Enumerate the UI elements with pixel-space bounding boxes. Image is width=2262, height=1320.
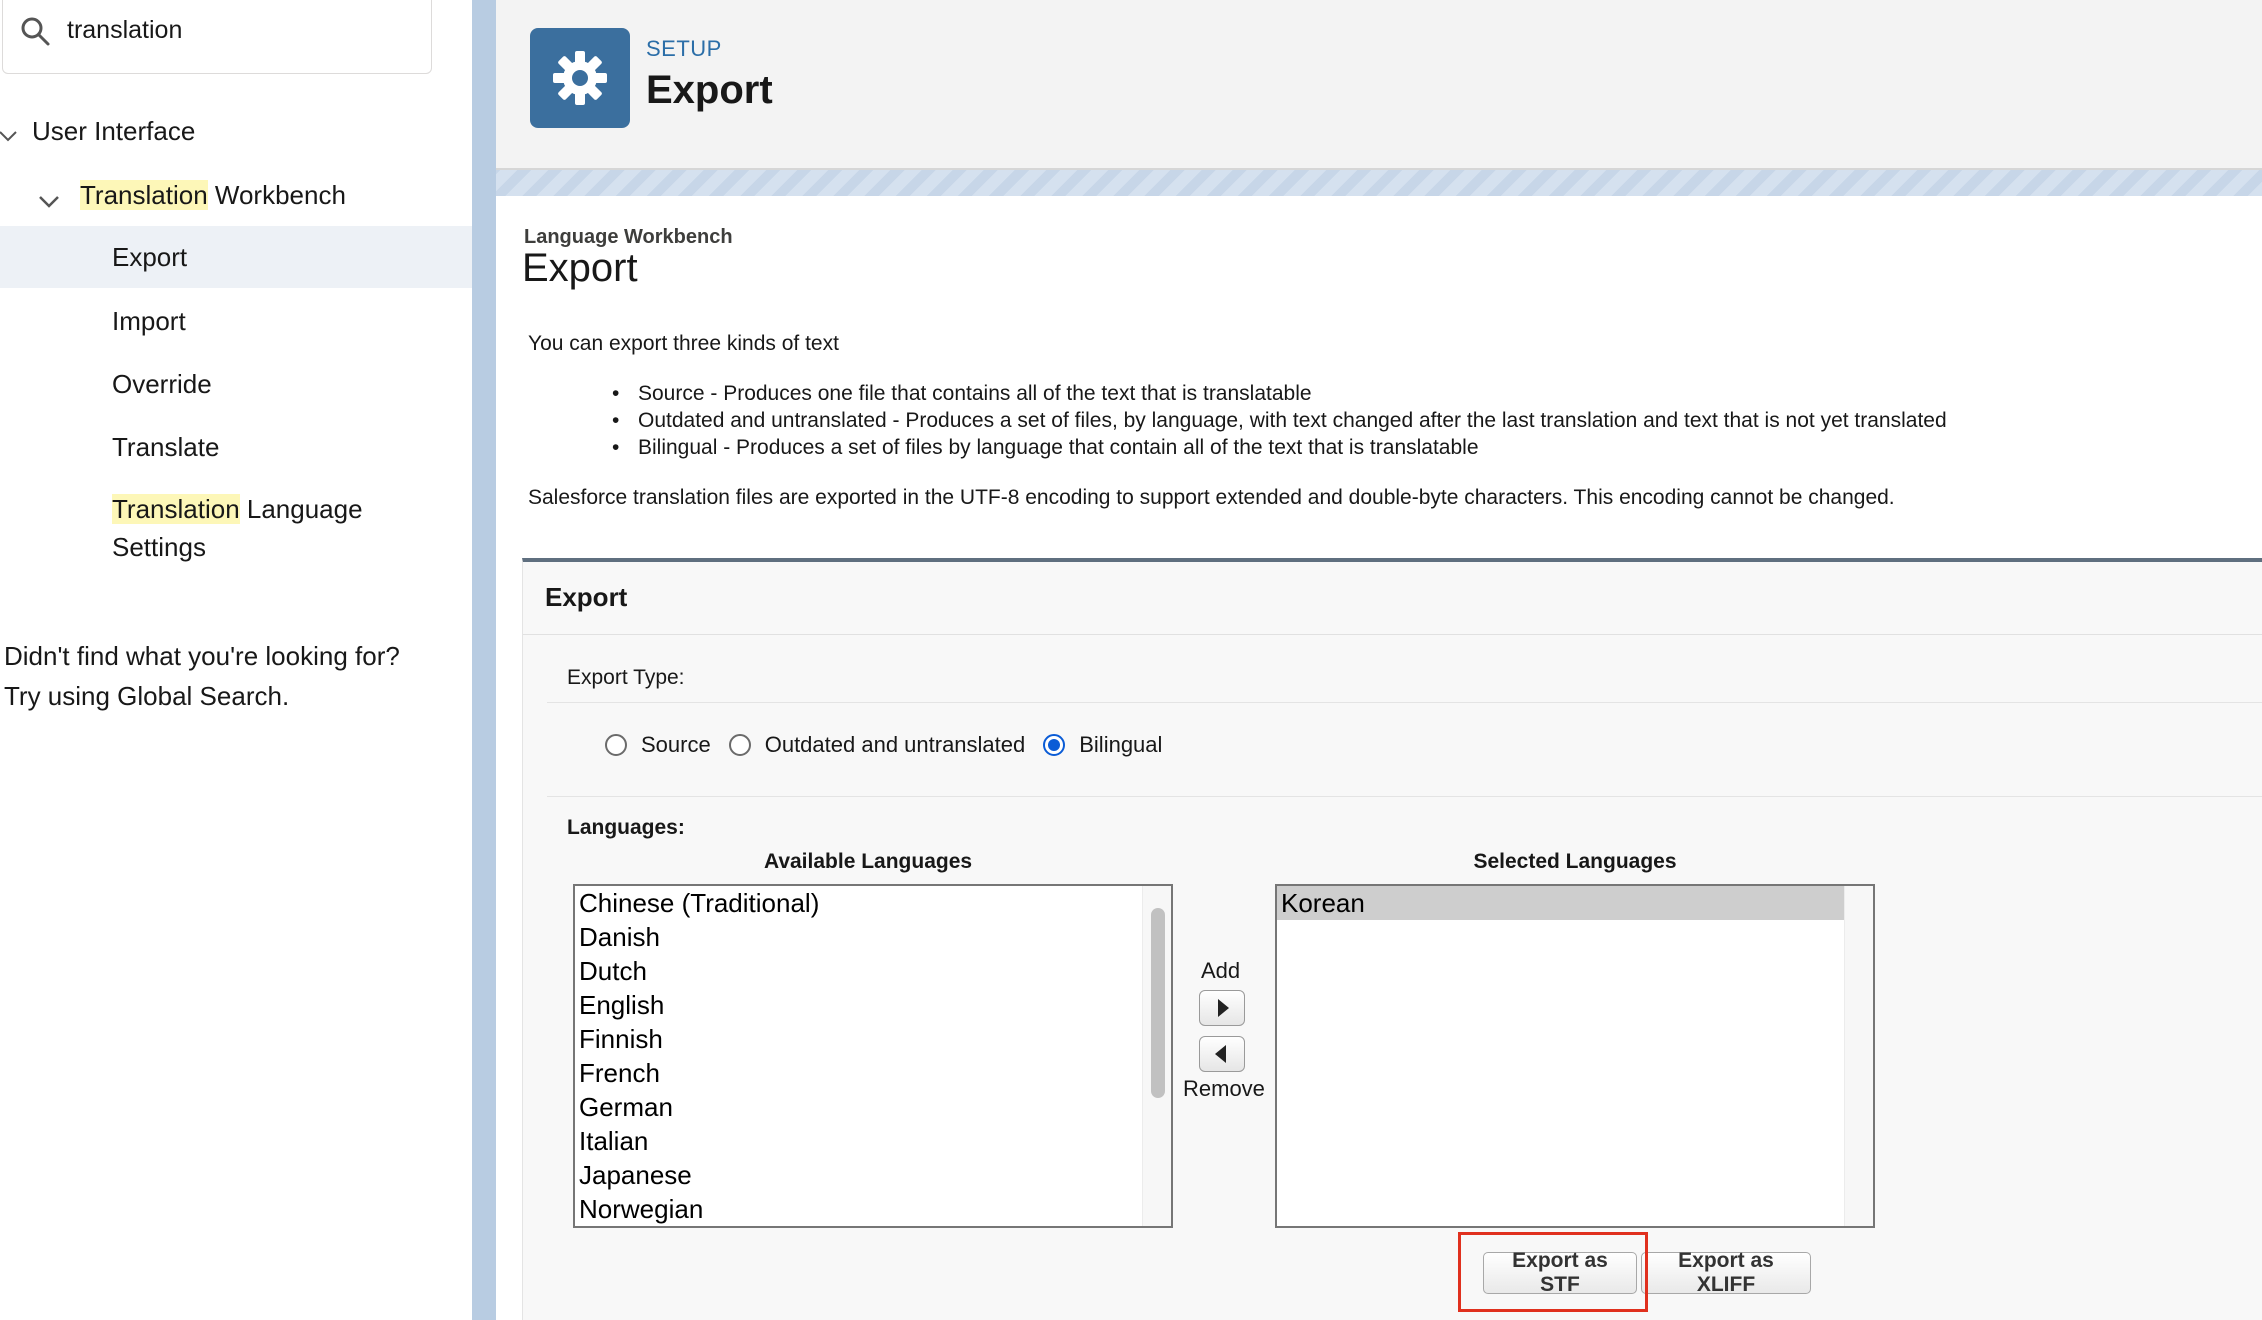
radio-label-outdated-untranslated[interactable]: Outdated and untranslated <box>765 732 1026 758</box>
list-item[interactable]: English <box>575 988 1171 1022</box>
tree-item-label-line2: Settings <box>112 532 206 562</box>
languages-label: Languages: <box>567 816 685 839</box>
tree-item-label: Import <box>112 306 186 336</box>
radio-label-source[interactable]: Source <box>641 732 711 758</box>
search-match-highlight: Translation <box>112 494 240 524</box>
tree-item-translate[interactable]: Translate <box>0 428 472 468</box>
tree-item-label: Translation Language Settings <box>112 490 363 566</box>
scrollbar-track[interactable] <box>1844 886 1873 1226</box>
tree-item-translation-workbench[interactable]: Translation Workbench <box>0 176 472 216</box>
search-match-highlight: Translation <box>80 180 208 210</box>
content-card: Language Workbench Export You can export… <box>496 196 2262 1320</box>
tree-item-import[interactable]: Import <box>0 302 472 342</box>
available-languages-title: Available Languages <box>763 850 973 873</box>
tree-item-label: Export <box>112 242 188 272</box>
tree-item-label: User Interface <box>32 116 196 146</box>
selected-languages-list[interactable]: Korean <box>1275 884 1875 1228</box>
radio-source[interactable] <box>605 734 627 756</box>
tree-item-user-interface[interactable]: User Interface <box>0 112 472 152</box>
list-item[interactable]: French <box>575 1056 1171 1090</box>
setup-label: SETUP <box>646 36 722 61</box>
tree-item-translation-language-settings[interactable]: Translation Language Settings <box>0 490 472 570</box>
selected-languages-title: Selected Languages <box>1473 850 1677 873</box>
tree-item-override[interactable]: Override <box>0 365 472 405</box>
export-type-label: Export Type: <box>567 666 685 689</box>
list-item[interactable]: Korean <box>1277 886 1845 920</box>
list-item: Source - Produces one file that contains… <box>612 380 1947 407</box>
remove-label: Remove <box>1183 1076 1265 1101</box>
chevron-down-icon <box>39 196 59 208</box>
scrollbar-thumb[interactable] <box>1151 908 1165 1098</box>
quick-find-box[interactable] <box>2 0 432 74</box>
main-area: SETUP Export Language Workbench Export Y… <box>496 0 2262 1320</box>
available-languages-list[interactable]: Chinese (Traditional) Danish Dutch Engli… <box>573 884 1173 1228</box>
help-line-2: Try using Global Search. <box>4 681 290 711</box>
divider <box>547 702 2262 703</box>
list-item[interactable]: Chinese (Traditional) <box>575 886 1171 920</box>
quick-find-input[interactable] <box>65 9 409 51</box>
setup-sidebar: User Interface Translation Workbench Exp… <box>0 0 472 1320</box>
tree-item-label: Override <box>112 369 212 399</box>
list-item: Bilingual - Produces a set of files by l… <box>612 434 1947 461</box>
intro-text: You can export three kinds of text <box>528 332 839 355</box>
arrow-right-icon <box>1218 999 1229 1017</box>
tree-item-label-rest: Workbench <box>207 180 346 210</box>
chevron-down-icon <box>0 131 17 142</box>
export-panel: Export Export Type: Source Outdated and … <box>522 558 2262 1320</box>
list-item[interactable]: Japanese <box>575 1158 1171 1192</box>
tree-item-export[interactable]: Export <box>0 226 472 288</box>
annotation-highlight-box <box>1458 1232 1648 1312</box>
page-header: SETUP Export <box>496 0 2262 170</box>
add-label: Add <box>1201 958 1241 983</box>
list-item[interactable]: Finnish <box>575 1022 1171 1056</box>
list-item[interactable]: Danish <box>575 920 1171 954</box>
list-item[interactable]: Norwegian <box>575 1192 1171 1226</box>
panel-title: Export <box>545 582 628 612</box>
list-item: Outdated and untranslated - Produces a s… <box>612 407 1947 434</box>
radio-label-bilingual[interactable]: Bilingual <box>1079 732 1162 758</box>
export-as-xliff-button[interactable]: Export as XLIFF <box>1641 1249 1811 1296</box>
radio-bilingual[interactable] <box>1043 734 1066 756</box>
tree-item-label-rest: Language <box>239 494 363 524</box>
search-icon <box>21 17 50 46</box>
export-type-radio-group: Source Outdated and untranslated Bilingu… <box>605 732 1180 758</box>
page-title: Export <box>522 246 638 290</box>
sidebar-divider[interactable] <box>472 0 496 1320</box>
divider <box>547 796 2262 797</box>
list-item[interactable]: German <box>575 1090 1171 1124</box>
radio-outdated-untranslated[interactable] <box>728 734 751 756</box>
export-kinds-list: Source - Produces one file that contains… <box>612 380 1947 461</box>
setup-icon <box>530 28 630 128</box>
encoding-note: Salesforce translation files are exporte… <box>528 486 1895 509</box>
list-item[interactable]: Italian <box>575 1124 1171 1158</box>
remove-language-button[interactable] <box>1199 1036 1245 1072</box>
gear-icon <box>553 51 607 105</box>
tree-item-label: Translation Workbench <box>80 176 346 214</box>
add-language-button[interactable] <box>1199 990 1245 1026</box>
sidebar-help-text: Didn't find what you're looking for? Try… <box>4 636 400 716</box>
arrow-left-icon <box>1215 1045 1226 1063</box>
divider <box>523 634 2262 635</box>
list-item[interactable]: Dutch <box>575 954 1171 988</box>
page-header-title: Export <box>646 68 773 112</box>
help-line-1: Didn't find what you're looking for? <box>4 641 400 671</box>
tree-item-label: Translate <box>112 432 220 462</box>
